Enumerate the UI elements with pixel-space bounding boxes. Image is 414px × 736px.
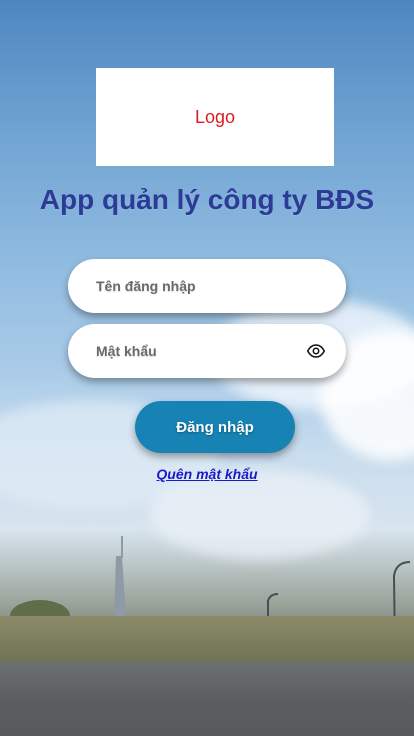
logo-text: Logo — [194, 106, 236, 127]
username-input[interactable] — [96, 278, 326, 294]
password-input[interactable] — [96, 343, 306, 359]
logo: Logo — [96, 68, 334, 166]
app-title: App quản lý công ty BĐS — [39, 184, 375, 215]
eye-icon[interactable] — [306, 341, 326, 361]
grass-strip — [0, 616, 414, 662]
username-field[interactable] — [68, 259, 346, 313]
login-button[interactable]: Đăng nhập — [135, 401, 295, 453]
password-field[interactable] — [68, 324, 346, 378]
forgot-password-link[interactable]: Quên mật khẩu — [0, 466, 414, 482]
road — [0, 662, 414, 736]
